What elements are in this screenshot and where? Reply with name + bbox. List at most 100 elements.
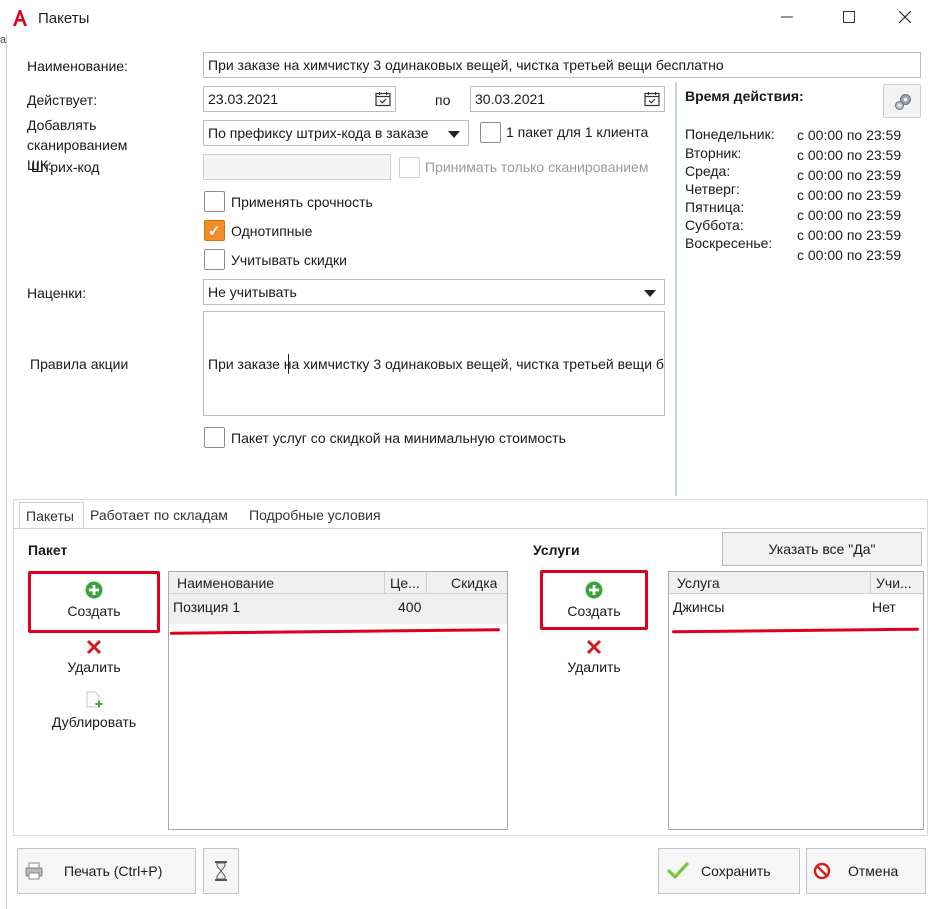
print-button[interactable]: Печать (Ctrl+P) xyxy=(17,848,196,894)
day-label: Пятница: xyxy=(685,199,745,215)
column-divider xyxy=(384,572,385,594)
set-all-yes-button[interactable]: Указать все "Да" xyxy=(722,532,922,566)
create-package-button[interactable]: Создать xyxy=(44,581,144,619)
table-row[interactable]: Джинсы Нет xyxy=(669,594,923,624)
add-icon xyxy=(85,581,103,599)
checkmark-icon: ✓ xyxy=(208,223,221,240)
rules-value: При заказе на химчистку 3 одинаковых вещ… xyxy=(208,356,664,372)
save-label: Сохранить xyxy=(701,863,771,879)
barcode-label: Штрих-код xyxy=(31,159,100,175)
schedule-title: Время действия: xyxy=(685,88,804,104)
day-time: с 00:00 по 23:59 xyxy=(797,227,902,243)
services-grid: Услуга Учи... Джинсы Нет xyxy=(668,571,924,830)
cancel-label: Отмена xyxy=(848,863,899,879)
maximize-button[interactable] xyxy=(826,0,872,34)
service-value-cell: Нет xyxy=(872,599,896,615)
one-per-client-checkbox[interactable] xyxy=(480,122,501,143)
tab-strip-line xyxy=(14,528,926,529)
column-header[interactable]: Це... xyxy=(390,575,424,591)
urgency-label: Применять срочность xyxy=(231,194,373,210)
delete-service-button[interactable]: Удалить xyxy=(544,639,644,675)
scan-mode-select[interactable]: По префиксу штрих-кода в заказе xyxy=(203,120,469,146)
urgency-checkbox[interactable] xyxy=(204,191,225,212)
day-time: с 00:00 по 23:59 xyxy=(797,187,902,203)
cancel-button[interactable]: Отмена xyxy=(806,848,926,894)
chevron-down-icon xyxy=(448,131,460,138)
discounts-checkbox[interactable] xyxy=(204,249,225,270)
day-time: с 00:00 по 23:59 xyxy=(797,147,902,163)
scan-mode-value: По префиксу штрих-кода в заказе xyxy=(208,125,429,141)
day-time: с 00:00 по 23:59 xyxy=(797,207,902,223)
package-name-cell: Позиция 1 xyxy=(173,599,241,615)
printer-icon xyxy=(25,862,43,880)
tab-warehouses[interactable]: Работает по складам xyxy=(84,502,234,528)
schedule-settings-button[interactable] xyxy=(883,84,921,118)
panel-separator xyxy=(675,82,677,496)
column-header[interactable]: Учи... xyxy=(876,575,920,591)
duplicate-package-label: Дублировать xyxy=(51,714,137,730)
close-button[interactable] xyxy=(882,0,928,34)
text-cursor xyxy=(288,354,289,374)
save-button[interactable]: Сохранить xyxy=(658,848,800,894)
gears-icon xyxy=(895,94,911,110)
calendar-icon[interactable] xyxy=(644,91,660,107)
window-title: Пакеты xyxy=(38,10,90,27)
day-label: Понедельник: xyxy=(685,126,775,142)
date-from-value: 23.03.2021 xyxy=(208,91,279,107)
barcode-input[interactable] xyxy=(203,154,391,180)
date-from-input[interactable]: 23.03.2021 xyxy=(203,86,396,112)
cancel-icon xyxy=(813,862,831,880)
delete-package-label: Удалить xyxy=(67,659,121,675)
markup-select[interactable]: Не учитывать xyxy=(203,279,665,305)
date-to-label: по xyxy=(435,92,451,108)
services-grid-header: Услуга Учи... xyxy=(669,572,923,594)
column-divider xyxy=(870,572,871,594)
min-cost-label: Пакет услуг со скидкой на минимальную ст… xyxy=(231,430,566,446)
app-logo-icon xyxy=(13,10,27,26)
minimize-icon xyxy=(781,16,793,18)
column-header[interactable]: Скидка xyxy=(451,575,497,591)
day-label: Суббота: xyxy=(685,217,744,233)
same-type-label: Однотипные xyxy=(231,223,313,239)
hourglass-button[interactable] xyxy=(203,848,239,894)
markup-label: Наценки: xyxy=(27,285,87,301)
one-per-client-label: 1 пакет для 1 клиента xyxy=(506,124,649,140)
hourglass-icon xyxy=(215,861,227,881)
markup-value: Не учитывать xyxy=(208,284,297,300)
create-service-button[interactable]: Создать xyxy=(544,581,644,619)
rules-textarea[interactable]: При заказе на химчистку 3 одинаковых вещ… xyxy=(203,311,665,416)
valid-label: Действует: xyxy=(27,92,98,108)
packages-grid-header: Наименование Це... Скидка xyxy=(169,572,507,594)
day-time: с 00:00 по 23:59 xyxy=(797,127,902,143)
date-to-input[interactable]: 30.03.2021 xyxy=(470,86,665,112)
delete-icon xyxy=(86,639,102,655)
close-icon xyxy=(899,11,911,23)
day-label: Воскресенье: xyxy=(685,235,773,251)
same-type-checkbox[interactable]: ✓ xyxy=(204,220,225,241)
tab-conditions[interactable]: Подробные условия xyxy=(243,502,387,528)
tab-packages[interactable]: Пакеты xyxy=(19,502,84,528)
duplicate-package-button[interactable]: Дублировать xyxy=(38,690,150,730)
date-to-value: 30.03.2021 xyxy=(475,91,546,107)
table-row[interactable]: Позиция 1 400 xyxy=(169,594,507,624)
only-scan-checkbox[interactable] xyxy=(399,157,420,178)
scan-label-line2: сканированием xyxy=(27,137,128,153)
name-input[interactable]: При заказе на химчистку 3 одинаковых вещ… xyxy=(203,52,921,78)
duplicate-icon xyxy=(86,691,103,708)
day-time: с 00:00 по 23:59 xyxy=(797,167,902,183)
min-cost-checkbox[interactable] xyxy=(204,427,225,448)
calendar-icon[interactable] xyxy=(375,91,391,107)
delete-icon xyxy=(586,639,602,655)
delete-service-label: Удалить xyxy=(567,659,621,675)
delete-package-button[interactable]: Удалить xyxy=(44,639,144,675)
minimize-button[interactable] xyxy=(764,0,810,34)
services-title: Услуги xyxy=(533,542,580,558)
column-header[interactable]: Наименование xyxy=(177,575,274,591)
column-header[interactable]: Услуга xyxy=(677,575,720,591)
discounts-label: Учитывать скидки xyxy=(231,252,347,268)
package-price-cell: 400 xyxy=(398,599,422,615)
service-name-cell: Джинсы xyxy=(673,599,725,615)
packages-title: Пакет xyxy=(28,542,68,558)
chevron-down-icon xyxy=(644,290,656,297)
rules-label: Правила акции xyxy=(30,356,129,372)
